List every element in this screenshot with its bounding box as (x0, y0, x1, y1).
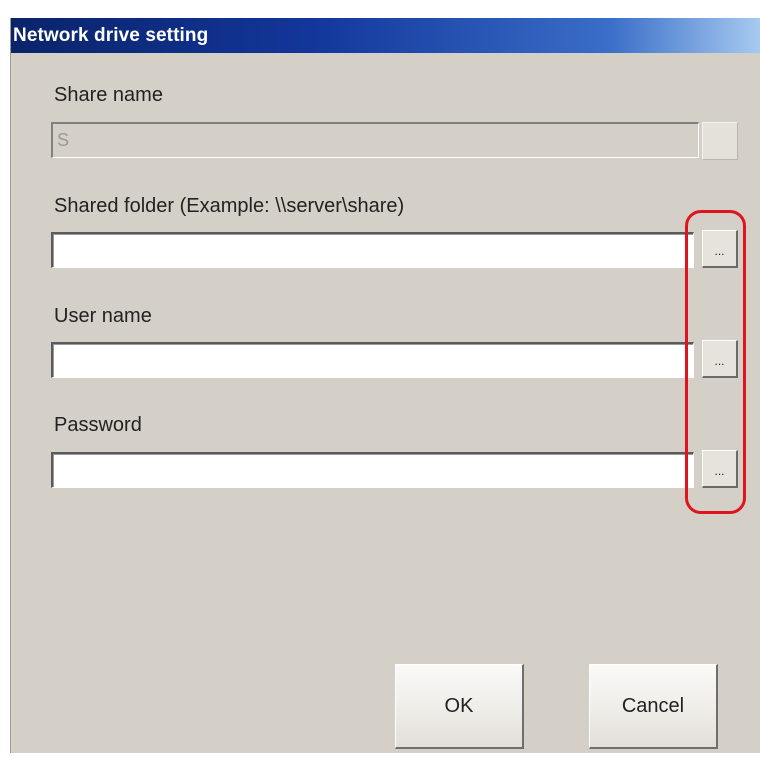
shared-folder-browse-button[interactable]: ... (702, 230, 738, 268)
share-name-field (51, 122, 699, 158)
title-bar: Network drive setting (11, 18, 760, 53)
user-name-field[interactable] (51, 342, 694, 378)
ok-button[interactable]: OK (395, 664, 524, 749)
user-name-label: User name (54, 305, 152, 327)
user-name-browse-button[interactable]: ... (702, 340, 738, 378)
cancel-button[interactable]: Cancel (589, 664, 718, 749)
shared-folder-label: Shared folder (Example: \\server\share) (54, 195, 405, 217)
share-name-label: Share name (54, 84, 163, 106)
password-label: Password (54, 414, 142, 436)
share-name-browse-button (702, 122, 738, 160)
password-browse-button[interactable]: ... (702, 450, 738, 488)
dialog-title: Network drive setting (13, 25, 209, 46)
password-field[interactable] (51, 452, 694, 488)
shared-folder-field[interactable] (51, 232, 694, 268)
network-drive-dialog: Network drive setting Share name Shared … (10, 18, 760, 753)
